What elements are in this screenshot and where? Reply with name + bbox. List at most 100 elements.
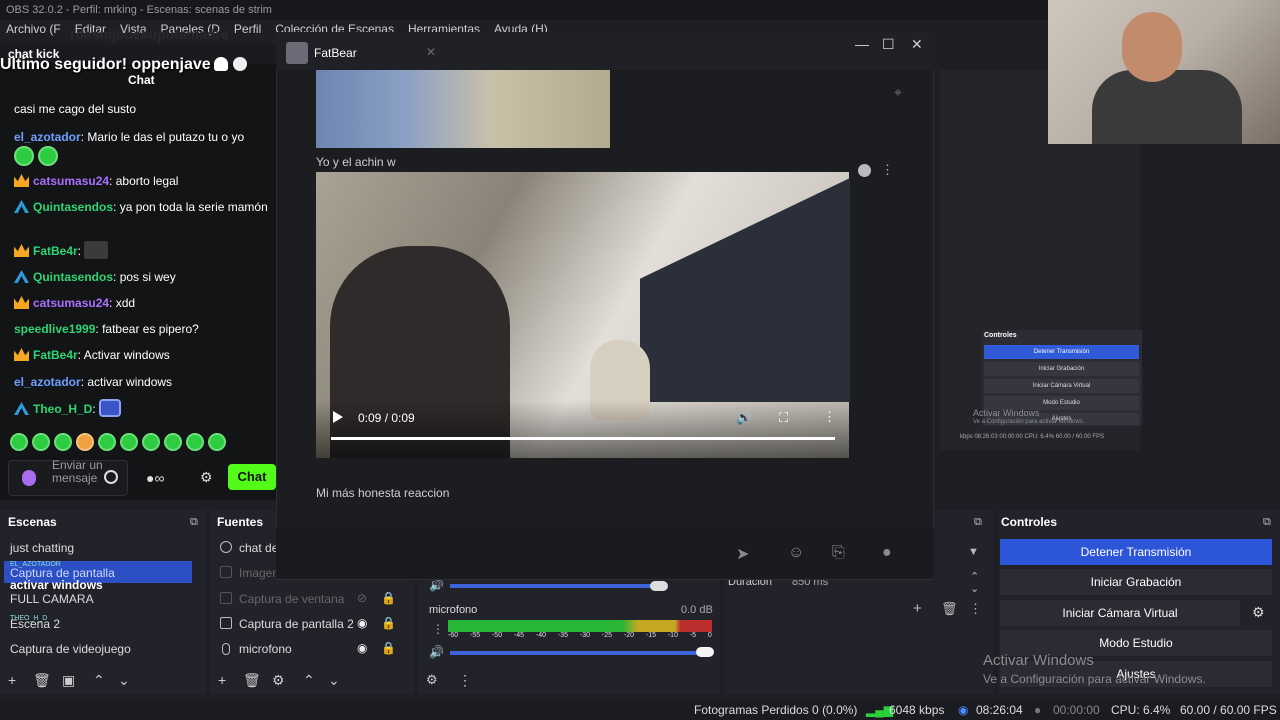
volume-slider[interactable] bbox=[450, 651, 712, 655]
chat-text: Mario le das el putazo tu o yo bbox=[87, 130, 245, 144]
mixer-db-value: 0.0 dB bbox=[681, 604, 713, 616]
source-item[interactable]: chat de bbox=[239, 541, 278, 555]
chat-send-button[interactable]: Chat bbox=[228, 464, 276, 490]
dropped-frames: Fotogramas Perdidos 0 (0.0%) bbox=[694, 703, 858, 717]
eye-hidden-icon[interactable]: ⊘ bbox=[357, 591, 367, 605]
chat-username[interactable]: Quintasendos bbox=[33, 200, 113, 214]
chat-username[interactable]: speedlive1999 bbox=[14, 322, 95, 336]
chat-text: xdd bbox=[115, 296, 136, 310]
gear-icon[interactable]: ⚙ bbox=[426, 672, 438, 688]
more-vertical-icon[interactable]: ⋮ bbox=[881, 162, 894, 178]
more-vertical-icon[interactable]: ⋮ bbox=[432, 622, 444, 636]
volume-icon[interactable]: 🔊 bbox=[736, 410, 752, 426]
chat-username[interactable]: el_azotador bbox=[14, 375, 81, 389]
chat-username[interactable]: catsumasu24 bbox=[33, 174, 109, 188]
minimize-icon[interactable]: — bbox=[855, 36, 869, 52]
overlay-user-tag: EL_AZOTADOR bbox=[10, 561, 61, 568]
pin-icon[interactable]: ⌖ bbox=[894, 84, 902, 101]
undock-icon[interactable]: ⧉ bbox=[190, 516, 198, 529]
menu-perfil[interactable]: Perfil bbox=[234, 22, 261, 40]
react-icon[interactable] bbox=[858, 164, 871, 177]
scene-item[interactable]: just chatting bbox=[10, 541, 74, 555]
scene-item[interactable]: Captura de videojuego bbox=[10, 642, 131, 656]
source-item[interactable]: Imagen bbox=[239, 566, 279, 580]
arrow-down-icon[interactable]: ⌄ bbox=[328, 672, 340, 689]
eye-icon[interactable]: ◉ bbox=[357, 616, 367, 630]
source-item[interactable]: microfono bbox=[239, 642, 292, 656]
meter-tick: -60 bbox=[448, 632, 459, 639]
virtual-camera-button[interactable]: Iniciar Cámara Virtual bbox=[1000, 600, 1240, 626]
virtual-camera-settings-icon[interactable]: ⚙ bbox=[1252, 604, 1265, 621]
bitrate: 6048 kbps bbox=[889, 703, 945, 717]
chat-username[interactable]: Theo_H_D bbox=[33, 402, 92, 416]
maximize-icon[interactable]: ☐ bbox=[882, 36, 895, 53]
nested-activate-windows-sub: Ve a Configuración para activar Windows. bbox=[973, 419, 1085, 425]
ghost-icon bbox=[213, 57, 228, 71]
volume-knob[interactable] bbox=[650, 581, 668, 591]
fullscreen-icon[interactable]: ⛶ bbox=[779, 410, 788, 426]
emoji-icon[interactable] bbox=[104, 470, 118, 484]
chat-username[interactable]: el_azotador bbox=[14, 130, 81, 144]
lock-icon[interactable]: 🔒 bbox=[381, 616, 396, 630]
photo-caption: Yo y el achin w bbox=[316, 155, 396, 169]
volume-slider[interactable] bbox=[450, 584, 666, 588]
arrow-up-icon[interactable]: ⌃ bbox=[93, 672, 105, 689]
lock-icon[interactable]: 🔒 bbox=[381, 591, 396, 605]
speaker-icon[interactable]: 🔊 bbox=[429, 645, 444, 659]
chat-username[interactable]: FatBe4r bbox=[33, 348, 78, 362]
arrow-up-icon[interactable]: ⌃ bbox=[303, 672, 315, 689]
undock-icon[interactable]: ⧉ bbox=[974, 516, 982, 529]
source-item[interactable]: Captura de pantalla 2 bbox=[239, 617, 354, 631]
chat-message: FatBe4r: bbox=[14, 241, 269, 260]
add-icon[interactable]: + bbox=[913, 600, 922, 617]
undock-icon[interactable]: ⧉ bbox=[1263, 516, 1271, 529]
more-vertical-icon[interactable]: ⋮ bbox=[823, 409, 836, 425]
volume-knob[interactable] bbox=[696, 647, 714, 657]
source-item[interactable]: Captura de ventana bbox=[239, 592, 344, 606]
gear-icon[interactable]: ⚙ bbox=[200, 469, 213, 486]
chat-tab-label[interactable]: Chat bbox=[128, 73, 155, 87]
mic-icon[interactable] bbox=[22, 470, 36, 486]
media-viewer-title[interactable]: FatBear bbox=[314, 46, 357, 60]
attach-icon[interactable]: ⎘ bbox=[832, 544, 845, 562]
trash-icon[interactable]: 🗑 bbox=[243, 672, 261, 689]
activate-windows-watermark: Activar Windows bbox=[983, 652, 1094, 669]
more-vertical-icon[interactable]: ⋮ bbox=[969, 601, 982, 617]
eye-icon[interactable]: ◉ bbox=[357, 641, 367, 655]
start-recording-button[interactable]: Iniciar Grabación bbox=[1000, 569, 1272, 595]
add-icon[interactable]: + bbox=[218, 672, 226, 688]
chat-username[interactable]: catsumasu24 bbox=[33, 296, 109, 310]
emoji-icon[interactable]: ☺ bbox=[788, 544, 804, 562]
mic-source-icon bbox=[222, 643, 230, 655]
trash-icon[interactable]: 🗑 bbox=[33, 672, 51, 689]
video-progress-bar[interactable] bbox=[331, 437, 835, 440]
chevron-down-icon[interactable]: ▼ bbox=[968, 546, 979, 558]
gear-icon[interactable]: ⚙ bbox=[272, 672, 285, 689]
prime-badge-icon bbox=[14, 200, 29, 213]
image-emote-icon bbox=[84, 241, 109, 259]
infinity-icon[interactable]: ●∞ bbox=[146, 470, 164, 486]
mic-icon[interactable]: ● bbox=[882, 544, 892, 562]
broadcast-icon: ◉ bbox=[958, 703, 969, 717]
send-icon[interactable]: ➤ bbox=[736, 544, 749, 564]
filter-icon[interactable]: ▣ bbox=[62, 672, 75, 689]
chat-username[interactable]: Quintasendos bbox=[33, 270, 113, 284]
previous-photo[interactable] bbox=[316, 70, 610, 148]
more-vertical-icon[interactable]: ⋮ bbox=[458, 672, 472, 689]
meter-tick: -20 bbox=[623, 632, 634, 639]
close-tab-icon[interactable]: ✕ bbox=[426, 45, 436, 59]
arrow-down-icon[interactable]: ⌄ bbox=[118, 672, 130, 689]
scene-item[interactable]: FULL CAMARA bbox=[10, 592, 94, 606]
close-icon[interactable]: ✕ bbox=[911, 36, 923, 53]
speaker-icon[interactable]: 🔊 bbox=[429, 578, 444, 592]
stop-stream-button[interactable]: Detener Transmisión bbox=[1000, 539, 1272, 565]
trash-icon[interactable]: 🗑 bbox=[941, 601, 958, 617]
menu-archivo[interactable]: Archivo (F bbox=[6, 22, 61, 40]
chat-message-partial: casi me cago del susto bbox=[14, 102, 137, 116]
add-icon[interactable]: + bbox=[8, 672, 16, 688]
lock-icon[interactable]: 🔒 bbox=[381, 641, 396, 655]
play-icon[interactable] bbox=[333, 411, 343, 423]
chat-username[interactable]: FatBe4r bbox=[33, 244, 78, 258]
spin-down-icon[interactable]: ⌄ bbox=[970, 582, 979, 595]
frog-emote-icon bbox=[14, 146, 34, 166]
